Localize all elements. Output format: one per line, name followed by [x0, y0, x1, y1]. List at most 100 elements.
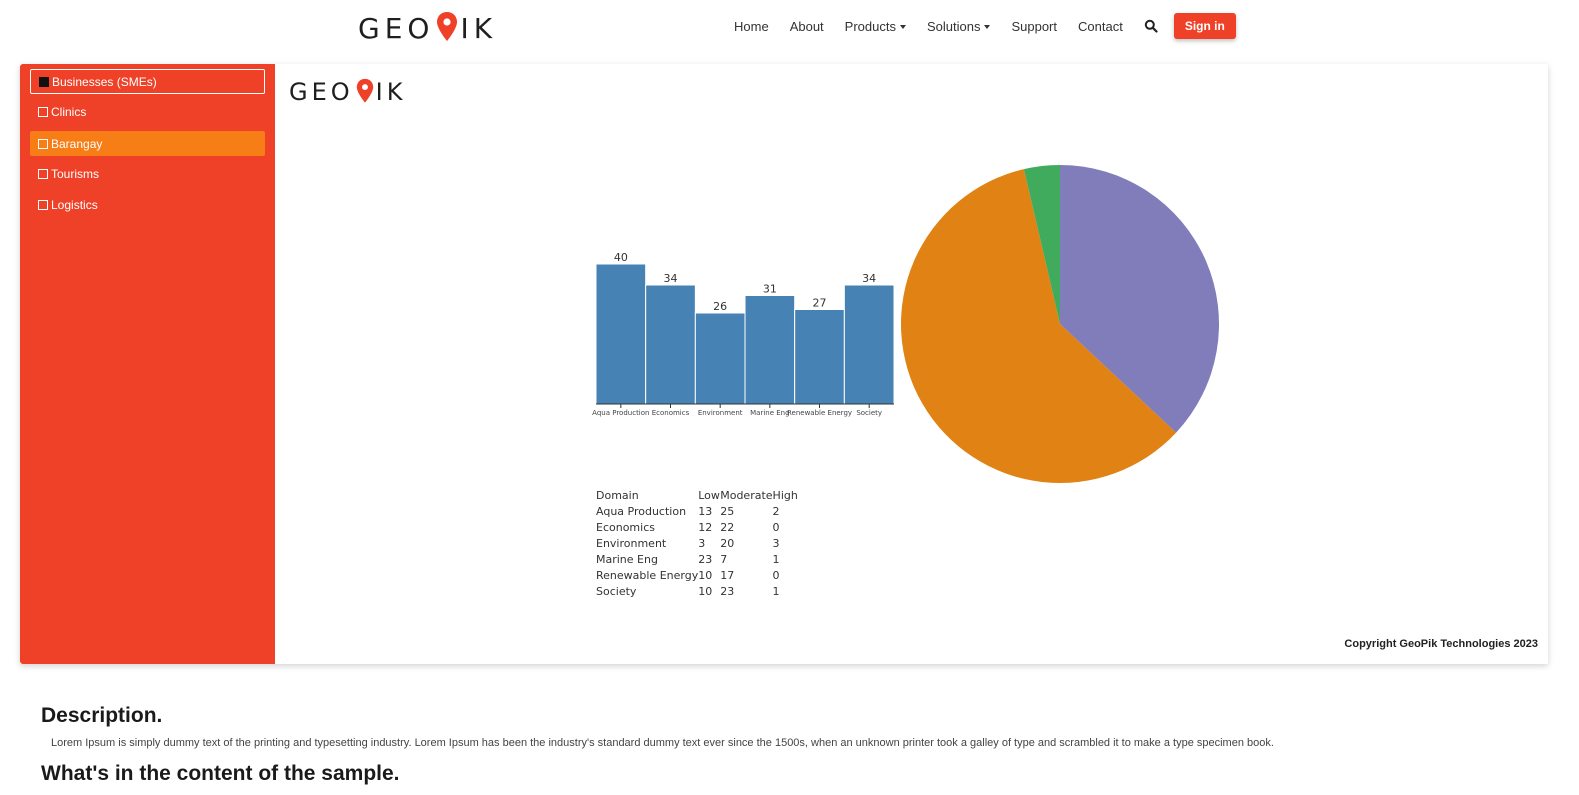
table-cell: Environment — [596, 537, 667, 550]
table-cell: 7 — [720, 553, 728, 566]
table-header-cell: Moderate — [720, 489, 773, 502]
table-row: Aqua Production 13 25 2 — [596, 504, 798, 520]
sidebar-item-label: Businesses (SMEs) — [52, 74, 157, 89]
bar-value-label: 34 — [862, 272, 876, 285]
table-cell: 1 — [772, 585, 780, 598]
sign-in-button[interactable]: Sign in — [1173, 13, 1236, 39]
table-cell: 12 — [698, 521, 713, 534]
checkbox-icon[interactable] — [38, 168, 48, 179]
checkbox-icon[interactable] — [38, 199, 48, 210]
bar-value-label: 27 — [813, 297, 827, 310]
x-tick-label: Economics — [652, 409, 690, 417]
caret-down-icon — [984, 25, 991, 30]
table-cell: 25 — [720, 505, 735, 518]
table-row: Renewable Energy 10 17 0 — [596, 568, 798, 584]
content-heading: What's in the content of the sample. — [41, 762, 400, 785]
table-cell: Marine Eng — [596, 553, 658, 566]
bar-value-label: 26 — [713, 300, 727, 313]
bar-5[interactable] — [843, 284, 895, 405]
nav-support[interactable]: Support — [1011, 19, 1057, 34]
map-pin-icon — [437, 12, 458, 41]
bar-value-label: 31 — [763, 283, 777, 296]
table-cell: Economics — [596, 521, 655, 534]
sidebar-item-label: Barangay — [51, 136, 103, 151]
table-row: Environment 3 20 3 — [596, 536, 798, 552]
table-cell: Society — [596, 585, 637, 598]
table-cell: 3 — [772, 537, 780, 550]
checkbox-checked-icon[interactable] — [39, 76, 49, 87]
table-cell: 0 — [772, 521, 780, 534]
bar-1[interactable] — [645, 284, 696, 405]
bar-4[interactable] — [794, 309, 845, 405]
sidebar-item-label: Tourisms — [51, 166, 100, 181]
main-nav: Home About Products Solutions Support Co… — [734, 13, 1236, 39]
checkbox-icon[interactable] — [38, 106, 48, 117]
table-cell: 13 — [698, 505, 713, 518]
x-tick-label: Renewable Energy — [787, 409, 852, 417]
table-cell: 0 — [772, 569, 780, 582]
table-cell: Aqua Production — [596, 505, 687, 518]
table-header-row: Domain Low Moderate High — [596, 488, 798, 504]
top-navbar: GEO IK Home About Products Solutions Sup… — [0, 0, 1579, 56]
sidebar-item-clinics[interactable]: Clinics — [30, 99, 265, 124]
sidebar-item-label: Logistics — [51, 197, 98, 212]
nav-support-label: Support — [1011, 18, 1058, 34]
description-text: Lorem Ipsum is simply dummy text of the … — [51, 737, 1274, 749]
checkbox-icon[interactable] — [38, 138, 48, 149]
pie-chart — [900, 165, 1219, 484]
description-heading: Description. — [41, 704, 163, 727]
nav-contact[interactable]: Contact — [1078, 19, 1123, 34]
table-cell: 23 — [698, 553, 713, 566]
table-header-cell: Low — [698, 489, 720, 502]
table-row: Economics 12 22 0 — [596, 520, 798, 536]
table-header-cell: High — [772, 489, 798, 502]
table-cell: 20 — [720, 537, 735, 550]
logo-text-left: GEO — [358, 11, 435, 45]
table-cell: 1 — [772, 553, 780, 566]
sidebar-item-barangay[interactable]: Barangay — [30, 131, 265, 156]
nav-home-label: Home — [734, 18, 769, 34]
dashboard-panel: Businesses (SMEs) Clinics Barangay Touri… — [20, 64, 1548, 664]
nav-about-label: About — [789, 18, 824, 34]
caret-down-icon — [899, 25, 906, 30]
sidebar-item-businesses[interactable]: Businesses (SMEs) — [30, 69, 265, 94]
sidebar-item-label: Clinics — [51, 104, 87, 119]
bar-2[interactable] — [694, 312, 746, 405]
domain-legend-table: Domain Low Moderate High Aqua Production 13 25… — [596, 488, 798, 600]
search-icon[interactable] — [1144, 19, 1158, 33]
table-cell: 2 — [772, 505, 780, 518]
bar-value-label: 34 — [664, 272, 678, 285]
table-header-cell: Domain — [596, 489, 639, 502]
nav-about[interactable]: About — [790, 19, 824, 34]
nav-home[interactable]: Home — [734, 19, 769, 34]
x-tick-label: Society — [856, 409, 882, 417]
nav-products[interactable]: Products — [845, 19, 906, 34]
x-tick-label: Marine Eng — [750, 409, 789, 417]
sidebar-item-tourisms[interactable]: Tourisms — [30, 161, 265, 186]
table-cell: 3 — [698, 537, 706, 550]
table-row: Society 10 23 1 — [596, 584, 798, 600]
charts-svg: 40 Aqua Production 34 Economics 26 Environmen… — [592, 165, 1219, 484]
table-row: Marine Eng 23 7 1 — [596, 552, 798, 568]
x-tick-label: Aqua Production — [592, 409, 649, 417]
nav-solutions[interactable]: Solutions — [926, 18, 991, 34]
sidebar-item-logistics[interactable]: Logistics — [30, 192, 265, 217]
nav-products-label: Products — [844, 18, 896, 34]
nav-contact-label: Contact — [1078, 18, 1123, 34]
x-tick-label: Environment — [698, 409, 743, 417]
table-cell: 10 — [698, 585, 713, 598]
nav-solutions-label: Solutions — [926, 18, 981, 34]
chart-content-area: GEO IK 40 Aqua Production 34 Economics 26 Env… — [275, 64, 1548, 664]
bar-value-label: 40 — [614, 251, 628, 264]
table-cell: 22 — [720, 521, 735, 534]
table-cell: 23 — [720, 585, 735, 598]
geopik-logo[interactable]: GEO IK — [358, 8, 497, 48]
bar-3[interactable] — [744, 295, 796, 405]
table-cell: Renewable Energy — [596, 569, 699, 582]
logo-text-right: IK — [460, 11, 498, 45]
table-cell: 17 — [720, 569, 735, 582]
category-sidebar: Businesses (SMEs) Clinics Barangay Touri… — [20, 64, 275, 664]
bar-0[interactable] — [595, 263, 647, 405]
table-cell: 10 — [698, 569, 713, 582]
copyright-text: Copyright GeoPik Technologies 2023 — [1344, 638, 1538, 650]
